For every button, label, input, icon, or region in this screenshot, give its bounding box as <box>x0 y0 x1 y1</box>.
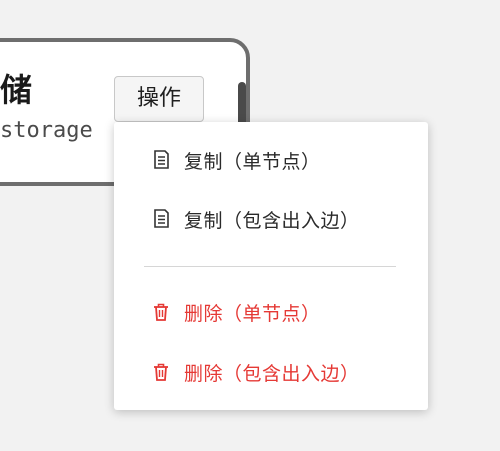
node-title: 储 <box>0 71 33 109</box>
menu-item-copy-with-edges[interactable]: 复制（包含出入边） <box>150 202 360 236</box>
operations-button[interactable]: 操作 <box>114 76 204 122</box>
trash-icon <box>150 361 172 383</box>
copy-icon <box>150 149 172 171</box>
copy-icon <box>150 208 172 230</box>
menu-item-label: 删除（单节点） <box>184 302 321 325</box>
menu-item-label: 删除（包含出入边） <box>184 362 360 385</box>
trash-icon <box>150 301 172 323</box>
node-subtitle: storage <box>0 118 93 143</box>
menu-divider <box>144 266 396 267</box>
menu-item-copy-single[interactable]: 复制（单节点） <box>150 143 321 177</box>
context-menu: 复制（单节点） 复制（包含出入边） 删除（单节点） 删除（包含出入边） <box>114 122 428 410</box>
menu-item-label: 复制（单节点） <box>184 150 321 173</box>
menu-item-delete-with-edges[interactable]: 删除（包含出入边） <box>150 355 360 389</box>
menu-item-label: 复制（包含出入边） <box>184 209 360 232</box>
menu-item-delete-single[interactable]: 删除（单节点） <box>150 295 321 329</box>
